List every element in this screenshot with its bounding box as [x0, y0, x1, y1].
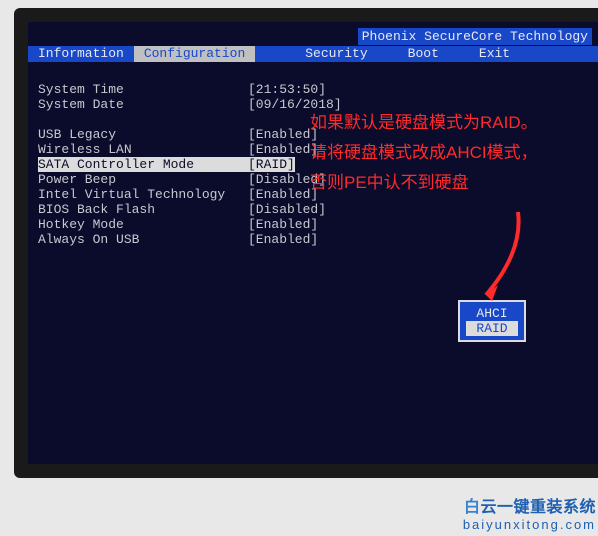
row-intel-virtual-technology[interactable]: Intel Virtual Technology [Enabled] [38, 187, 342, 202]
row-wireless-lan[interactable]: Wireless LAN [Enabled] [38, 142, 342, 157]
tab-exit[interactable]: Exit [469, 46, 520, 62]
label-system-date: System Date [38, 97, 248, 112]
row-always-on-usb[interactable]: Always On USB [Enabled] [38, 232, 342, 247]
annotation-arrow-icon [468, 207, 528, 307]
tab-boot[interactable]: Boot [398, 46, 449, 62]
value-sata-controller-mode[interactable]: [RAID] [248, 157, 295, 172]
annotation-line-2: 请将硬盘模式改成AHCI模式， [310, 138, 538, 163]
value-bios-back-flash[interactable]: [Disabled] [248, 202, 326, 217]
row-system-time[interactable]: System Time [21:53:50] [38, 82, 342, 97]
row-bios-back-flash[interactable]: BIOS Back Flash [Disabled] [38, 202, 342, 217]
watermark-rest: 云一键重装系统 [480, 499, 596, 516]
watermark-lead-char: 白 [464, 499, 481, 516]
value-intel-virtual-technology[interactable]: [Enabled] [248, 187, 318, 202]
value-hotkey-mode[interactable]: [Enabled] [248, 217, 318, 232]
row-system-date[interactable]: System Date [09/16/2018] [38, 97, 342, 112]
popup-option-ahci[interactable]: AHCI [466, 306, 518, 321]
value-system-time[interactable]: [21:53:50] [248, 82, 326, 97]
label-bios-back-flash: BIOS Back Flash [38, 202, 248, 217]
settings-content: System Time [21:53:50] System Date [09/1… [38, 82, 342, 247]
annotation-line-3: 否则PE中认不到硬盘 [310, 168, 469, 193]
row-hotkey-mode[interactable]: Hotkey Mode [Enabled] [38, 217, 342, 232]
label-power-beep: Power Beep [38, 172, 248, 187]
value-usb-legacy[interactable]: [Enabled] [248, 127, 318, 142]
label-system-time: System Time [38, 82, 248, 97]
tab-configuration[interactable]: Configuration [134, 46, 255, 62]
bios-title: Phoenix SecureCore Technology [358, 28, 592, 45]
row-sata-controller-mode[interactable]: SATA Controller Mode [RAID] [38, 157, 342, 172]
label-intel-virtual-technology: Intel Virtual Technology [38, 187, 248, 202]
tab-information[interactable]: Information [28, 46, 134, 62]
watermark-sub: baiyunxitong.com [463, 517, 596, 532]
popup-option-raid[interactable]: RAID [466, 321, 518, 336]
label-sata-controller-mode: SATA Controller Mode [38, 157, 248, 172]
label-always-on-usb: Always On USB [38, 232, 248, 247]
row-usb-legacy[interactable]: USB Legacy [Enabled] [38, 127, 342, 142]
value-wireless-lan[interactable]: [Enabled] [248, 142, 318, 157]
annotation-line-1: 如果默认是硬盘模式为RAID。 [310, 108, 538, 133]
watermark-main: 白云一键重装系统 [463, 493, 596, 517]
row-power-beep[interactable]: Power Beep [Disabled] [38, 172, 342, 187]
laptop-bezel: Phoenix SecureCore Technology Informatio… [14, 8, 598, 478]
label-wireless-lan: Wireless LAN [38, 142, 248, 157]
bios-screen: Phoenix SecureCore Technology Informatio… [28, 22, 598, 464]
watermark: 白云一键重装系统 baiyunxitong.com [463, 493, 596, 532]
label-usb-legacy: USB Legacy [38, 127, 248, 142]
label-hotkey-mode: Hotkey Mode [38, 217, 248, 232]
value-always-on-usb[interactable]: [Enabled] [248, 232, 318, 247]
tab-security[interactable]: Security [295, 46, 377, 62]
bios-menu-bar[interactable]: Information Configuration Security Boot … [28, 46, 598, 62]
